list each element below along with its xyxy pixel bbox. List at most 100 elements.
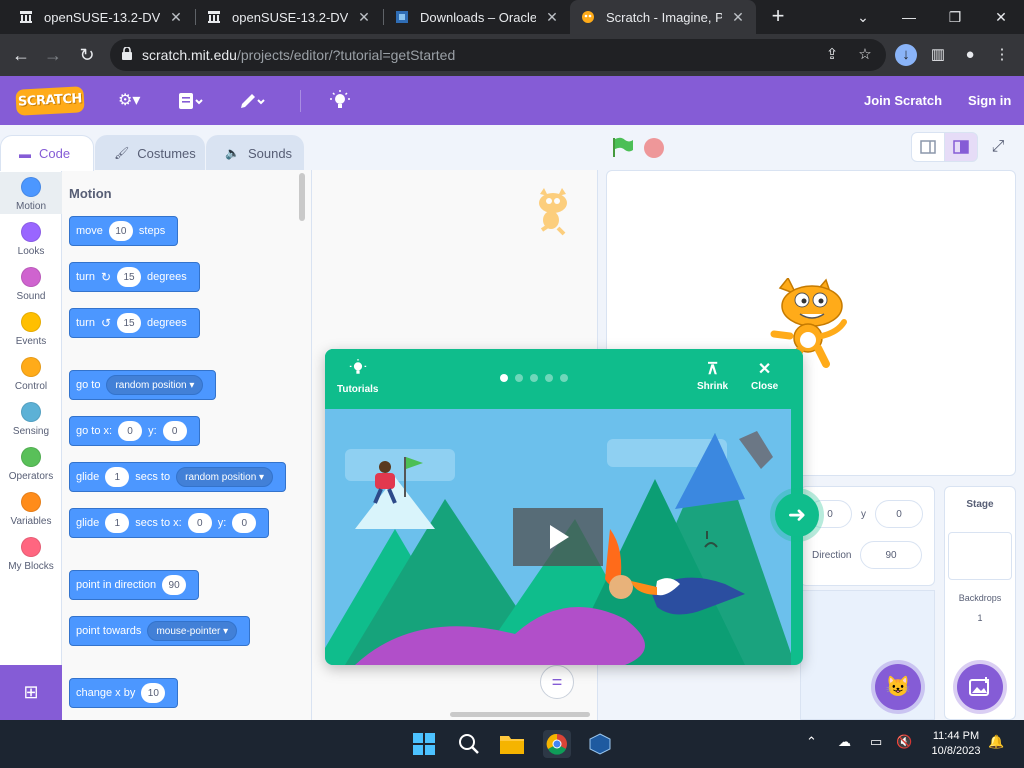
block-point-towards[interactable]: point towards mouse-pointer ▾ xyxy=(69,616,251,646)
close-icon[interactable]: ✕ xyxy=(730,9,746,26)
palette-scrollbar[interactable] xyxy=(299,173,305,221)
taskbar-clock[interactable]: 11:44 PM 10/8/2023 xyxy=(920,729,992,759)
category-control[interactable]: Control xyxy=(0,357,62,392)
file-menu-icon[interactable] xyxy=(178,90,204,112)
join-scratch-link[interactable]: Join Scratch xyxy=(864,93,942,108)
tab-costumes[interactable]: 🖌 Costumes xyxy=(95,135,205,170)
menu-kebab-icon[interactable]: ⋮ xyxy=(992,45,1012,65)
download-icon[interactable]: ↓ xyxy=(895,44,917,66)
browser-tab-scratch[interactable]: Scratch - Imagine, Program, Share ✕ xyxy=(570,0,756,34)
block-number-input[interactable]: 0 xyxy=(162,421,187,441)
block-number-input[interactable]: 10 xyxy=(108,221,133,241)
block-number-input[interactable]: 1 xyxy=(105,467,130,487)
choose-backdrop-button[interactable] xyxy=(957,664,1003,710)
fullscreen-icon[interactable]: ⤢ xyxy=(986,135,1010,159)
tutorials-button[interactable]: Tutorials xyxy=(337,359,378,395)
stage-thumbnail[interactable] xyxy=(948,532,1012,580)
add-extension-button[interactable]: ⊞ xyxy=(0,665,62,720)
block-go-to[interactable]: go to random position ▾ xyxy=(69,370,217,400)
block-dropdown[interactable]: mouse-pointer ▾ xyxy=(147,621,238,641)
volume-muted-icon[interactable]: 🔇 xyxy=(896,734,912,750)
close-window-icon[interactable]: ✕ xyxy=(978,0,1024,34)
browser-tab-opensuse-1[interactable]: openSUSE-13.2-DVD-x86_64.iso ✕ xyxy=(8,0,194,34)
reload-icon[interactable]: ↻ xyxy=(74,42,100,68)
block-glide-to-xy[interactable]: glide 1 secs to x: 0 y: 0 xyxy=(69,508,270,538)
pager-dot[interactable] xyxy=(530,374,538,382)
large-stage-button[interactable] xyxy=(944,132,978,162)
pager-dot[interactable] xyxy=(560,374,568,382)
cloud-icon[interactable]: ☁ xyxy=(838,734,851,750)
block-number-input[interactable]: 10 xyxy=(141,683,166,703)
zoom-reset-button[interactable]: = xyxy=(540,665,574,699)
script-area-scrollbar[interactable] xyxy=(450,712,590,717)
profile-icon[interactable]: ● xyxy=(960,45,980,65)
block-number-input[interactable]: 15 xyxy=(117,313,142,333)
shrink-button[interactable]: ⊼ Shrink xyxy=(697,359,728,392)
close-icon[interactable]: ✕ xyxy=(168,9,184,26)
edit-pencil-icon[interactable] xyxy=(238,90,266,112)
category-looks[interactable]: Looks xyxy=(0,222,62,257)
small-stage-button[interactable] xyxy=(911,132,945,162)
choose-sprite-button[interactable]: 😺 xyxy=(875,664,921,710)
close-icon[interactable]: ✕ xyxy=(356,9,372,26)
search-icon[interactable] xyxy=(455,730,483,758)
side-panel-icon[interactable]: ▥ xyxy=(928,45,948,65)
category-events[interactable]: Events xyxy=(0,312,62,347)
sprite-y-input[interactable]: 0 xyxy=(875,500,923,528)
notification-bell-icon[interactable]: 🔔 xyxy=(988,734,1004,750)
tutorials-lightbulb-icon[interactable] xyxy=(330,90,350,112)
block-turn-right[interactable]: turn ↻ 15 degrees xyxy=(69,262,200,292)
block-glide-to[interactable]: glide 1 secs to random position ▾ xyxy=(69,462,287,492)
block-number-input[interactable]: 15 xyxy=(117,267,142,287)
new-tab-button[interactable]: + xyxy=(766,5,790,29)
pager-dot[interactable] xyxy=(545,374,553,382)
close-tutorial-button[interactable]: ✕ Close xyxy=(751,359,778,392)
settings-gear-icon[interactable]: ⚙▾ xyxy=(118,90,140,112)
category-variables[interactable]: Variables xyxy=(0,492,62,527)
tab-search-chevron-icon[interactable]: ⌄ xyxy=(840,0,886,34)
file-explorer-icon[interactable] xyxy=(498,730,526,758)
tray-chevron-up-icon[interactable]: ⌃ xyxy=(806,734,817,750)
tutorial-video[interactable] xyxy=(325,409,791,665)
share-icon[interactable]: ⇪ xyxy=(822,45,842,65)
tab-sounds[interactable]: 🔈 Sounds xyxy=(206,135,304,170)
browser-tab-opensuse-2[interactable]: openSUSE-13.2-DVD-x86_64.iso ✕ xyxy=(196,0,382,34)
browser-tab-virtualbox[interactable]: Downloads – Oracle VM VirtualBox ✕ xyxy=(384,0,570,34)
block-point-in-direction[interactable]: point in direction 90 xyxy=(69,570,200,600)
forward-arrow-icon[interactable]: → xyxy=(40,42,66,68)
address-bar[interactable]: scratch.mit.edu/projects/editor/?tutoria… xyxy=(110,39,886,71)
category-operators[interactable]: Operators xyxy=(0,447,62,482)
virtualbox-taskbar-icon[interactable] xyxy=(586,730,614,758)
bookmark-star-icon[interactable]: ☆ xyxy=(855,45,875,65)
block-turn-left[interactable]: turn ↺ 15 degrees xyxy=(69,308,200,338)
back-arrow-icon[interactable]: ← xyxy=(8,42,34,68)
category-my-blocks[interactable]: My Blocks xyxy=(0,537,62,572)
scratch-logo[interactable]: SCRATCH xyxy=(15,86,85,116)
restore-icon[interactable]: ❐ xyxy=(932,0,978,34)
tab-code[interactable]: ▬ Code xyxy=(0,135,94,171)
play-button[interactable] xyxy=(513,508,603,566)
stop-sign-icon[interactable] xyxy=(644,138,664,158)
close-icon[interactable]: ✕ xyxy=(544,9,560,26)
sign-in-link[interactable]: Sign in xyxy=(968,93,1011,108)
category-motion[interactable]: Motion xyxy=(0,172,62,214)
green-flag-icon[interactable] xyxy=(611,137,635,157)
minimize-icon[interactable]: — xyxy=(886,0,932,34)
pager-dot[interactable] xyxy=(500,374,508,382)
block-change-x[interactable]: change x by 10 xyxy=(69,678,179,708)
block-dropdown[interactable]: random position ▾ xyxy=(176,467,274,487)
category-sound[interactable]: Sound xyxy=(0,267,62,302)
block-number-input[interactable]: 0 xyxy=(118,421,143,441)
block-number-input[interactable]: 1 xyxy=(105,513,130,533)
direction-input[interactable]: 90 xyxy=(860,541,922,569)
tutorial-next-button[interactable]: ➜ xyxy=(775,493,819,537)
windows-start-icon[interactable] xyxy=(410,730,438,758)
pager-dot[interactable] xyxy=(515,374,523,382)
block-number-input[interactable]: 0 xyxy=(232,513,257,533)
block-number-input[interactable]: 0 xyxy=(187,513,212,533)
block-move-steps[interactable]: move 10 steps xyxy=(69,216,179,246)
block-go-to-xy[interactable]: go to x: 0 y: 0 xyxy=(69,416,200,446)
block-dropdown[interactable]: random position ▾ xyxy=(106,375,204,395)
category-sensing[interactable]: Sensing xyxy=(0,402,62,437)
chrome-icon[interactable] xyxy=(543,730,571,758)
